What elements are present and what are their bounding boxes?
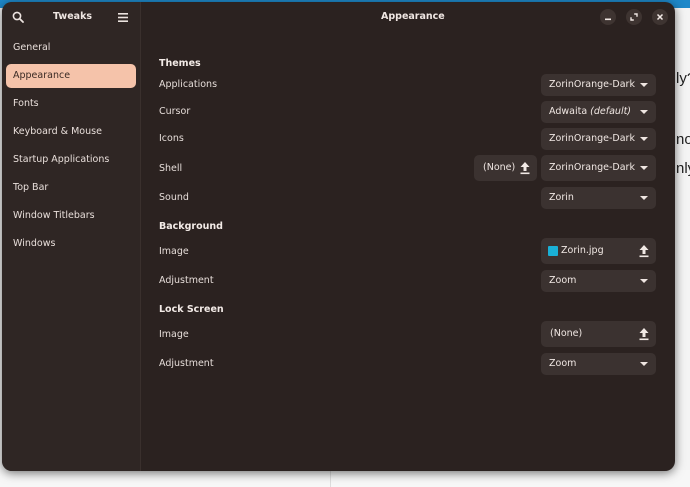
sidebar-item-top-bar[interactable]: Top Bar xyxy=(6,176,136,200)
background-divider xyxy=(330,470,331,487)
minimize-icon xyxy=(605,18,611,21)
cursor-theme-value: Adwaita xyxy=(549,106,588,117)
icons-theme-value: ZorinOrange-Dark xyxy=(549,133,635,144)
shell-theme-dropdown[interactable]: ZorinOrange-Dark xyxy=(541,155,656,181)
applications-theme-dropdown[interactable]: ZorinOrange-Dark xyxy=(541,74,656,96)
background-text-3: nly xyxy=(676,160,690,177)
minimize-button[interactable] xyxy=(600,9,616,25)
cursor-theme-default-note: (default) xyxy=(590,106,632,117)
background-adjustment-label: Adjustment xyxy=(159,275,214,286)
applications-label: Applications xyxy=(159,79,218,90)
maximize-icon xyxy=(630,13,638,21)
chevron-down-icon xyxy=(640,279,648,283)
maximize-button[interactable] xyxy=(626,9,642,25)
lock-screen-image-chooser[interactable]: (None) xyxy=(541,321,656,347)
sidebar: Tweaks General Appearance Fonts Keyboard… xyxy=(2,2,141,471)
applications-theme-value: ZorinOrange-Dark xyxy=(549,79,635,90)
background-text-2: no xyxy=(676,131,690,148)
close-button[interactable] xyxy=(652,9,668,25)
chevron-down-icon xyxy=(640,362,648,366)
cursor-label: Cursor xyxy=(159,106,191,117)
sidebar-header: Tweaks xyxy=(2,2,140,32)
background-adjustment-dropdown[interactable]: Zoom xyxy=(541,270,656,292)
lock-screen-image-label: Image xyxy=(159,329,189,340)
app-title: Tweaks xyxy=(53,11,93,22)
shell-theme-value: ZorinOrange-Dark xyxy=(549,162,635,173)
lock-screen-adjustment-label: Adjustment xyxy=(159,358,214,369)
upload-icon xyxy=(639,245,649,258)
chevron-down-icon xyxy=(640,110,648,114)
shell-file-chooser[interactable]: (None) xyxy=(474,155,537,181)
sidebar-item-keyboard-mouse[interactable]: Keyboard & Mouse xyxy=(6,120,136,144)
page-title: Appearance xyxy=(381,11,445,22)
sidebar-item-window-titlebars[interactable]: Window Titlebars xyxy=(6,204,136,228)
upload-icon xyxy=(520,162,530,175)
chevron-down-icon xyxy=(640,137,648,141)
shell-file-value: (None) xyxy=(483,162,516,173)
sidebar-item-fonts[interactable]: Fonts xyxy=(6,92,136,116)
background-adjustment-value: Zoom xyxy=(549,275,577,286)
background-image-label: Image xyxy=(159,246,189,257)
sound-theme-dropdown[interactable]: Zorin xyxy=(541,187,656,209)
background-text-1: ly? xyxy=(676,70,690,87)
lock-screen-section-title: Lock Screen xyxy=(159,304,224,315)
sound-theme-value: Zorin xyxy=(549,192,574,203)
chevron-down-icon xyxy=(640,166,648,170)
background-image-value: Zorin.jpg xyxy=(561,245,604,256)
icons-theme-dropdown[interactable]: ZorinOrange-Dark xyxy=(541,128,656,150)
lock-screen-adjustment-value: Zoom xyxy=(549,358,577,369)
upload-icon xyxy=(639,328,649,341)
tweaks-window: Tweaks General Appearance Fonts Keyboard… xyxy=(2,2,675,471)
content-header: Appearance xyxy=(141,2,675,32)
search-icon xyxy=(12,11,24,23)
search-button[interactable] xyxy=(10,9,26,25)
image-file-icon xyxy=(548,246,558,256)
background-image-chooser[interactable]: Zorin.jpg xyxy=(541,238,656,264)
lock-screen-adjustment-dropdown[interactable]: Zoom xyxy=(541,353,656,375)
icons-label: Icons xyxy=(159,133,184,144)
sidebar-item-general[interactable]: General xyxy=(6,36,136,60)
background-bottom-strip xyxy=(0,470,690,487)
menu-button[interactable] xyxy=(115,9,131,25)
sidebar-item-startup-applications[interactable]: Startup Applications xyxy=(6,148,136,172)
chevron-down-icon xyxy=(640,83,648,87)
sound-label: Sound xyxy=(159,192,189,203)
themes-section-title: Themes xyxy=(159,58,201,69)
cursor-theme-dropdown[interactable]: Adwaita (default) xyxy=(541,101,656,123)
shell-label: Shell xyxy=(159,163,183,174)
background-section-title: Background xyxy=(159,221,223,232)
sidebar-item-windows[interactable]: Windows xyxy=(6,232,136,256)
chevron-down-icon xyxy=(640,196,648,200)
lock-screen-image-value: (None) xyxy=(550,328,583,339)
close-icon xyxy=(656,13,664,21)
sidebar-item-appearance[interactable]: Appearance xyxy=(6,64,136,88)
hamburger-menu-icon xyxy=(118,12,128,22)
